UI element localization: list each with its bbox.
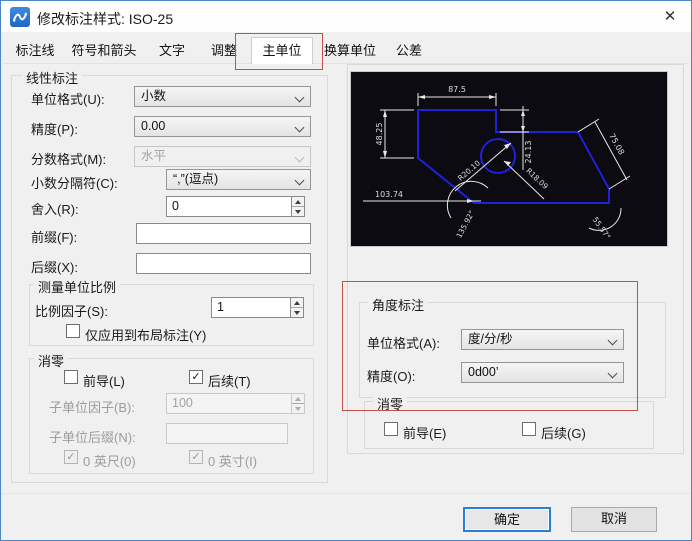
zero-suppression-left-title: 消零: [34, 351, 69, 370]
dimension-style-dialog: 修改标注样式: ISO-25 ✕ 标注线 符号和箭头 文字 调整 主单位 换算单…: [0, 0, 692, 541]
decimal-separator-value: “,”(逗点): [173, 172, 219, 186]
chevron-down-icon: [607, 335, 618, 346]
angular-trailing-zero-checkbox[interactable]: [522, 422, 536, 436]
arrow-down-icon: [295, 406, 301, 411]
preview-angle-left: 135.92°: [454, 209, 476, 240]
angular-precision-select[interactable]: 0d00’: [461, 362, 624, 383]
decimal-separator-label: 小数分隔符(C):: [31, 176, 118, 191]
arrow-up-icon: [295, 199, 301, 204]
round-off-spin-buttons: [291, 196, 305, 217]
angular-trailing-zero-label[interactable]: 后续(G): [541, 423, 586, 442]
preview-dim-bottom: 103.74: [375, 190, 403, 199]
zero-inches-checkbox: ✓: [189, 450, 203, 464]
arrow-up-icon: [294, 300, 300, 305]
chevron-down-icon: [294, 175, 305, 186]
spin-up-button[interactable]: [291, 298, 303, 308]
tab-symbols-arrows[interactable]: 符号和箭头: [63, 39, 145, 63]
app-icon: [10, 7, 30, 27]
zero-feet-checkbox: ✓: [64, 450, 78, 464]
zero-feet-label: 0 英尺(0): [83, 454, 136, 469]
arrow-up-icon: [295, 396, 301, 401]
layout-only-checkbox-label[interactable]: 仅应用到布局标注(Y): [85, 325, 206, 344]
tab-alternate-units[interactable]: 换算单位: [315, 39, 385, 63]
chevron-down-icon: [294, 152, 305, 163]
chevron-down-icon: [294, 92, 305, 103]
tab-primary-units[interactable]: 主单位: [251, 37, 313, 64]
linear-dimension-group-title: 线性标注: [22, 68, 83, 87]
fraction-format-label: 分数格式(M):: [31, 152, 107, 167]
angular-leading-zero-label[interactable]: 前导(E): [403, 423, 446, 442]
preview-dim-step: 24.13: [524, 141, 533, 164]
tab-text[interactable]: 文字: [147, 39, 197, 63]
scale-factor-label: 比例因子(S):: [35, 304, 108, 319]
unit-format-label: 单位格式(U):: [31, 92, 105, 107]
decimal-separator-select[interactable]: “,”(逗点): [166, 169, 311, 190]
zero-inches-label: 0 英寸(I): [208, 454, 258, 469]
sub-unit-suffix-field: [166, 423, 288, 444]
suffix-field[interactable]: [136, 253, 311, 274]
spin-up-button: [292, 394, 304, 404]
arrow-down-icon: [295, 209, 301, 214]
tab-dimension-lines[interactable]: 标注线: [9, 39, 61, 63]
suffix-label: 后缀(X):: [31, 260, 78, 275]
spin-down-button[interactable]: [292, 207, 304, 216]
precision-select[interactable]: 0.00: [134, 116, 311, 137]
fraction-format-select: 水平: [134, 146, 311, 167]
fraction-format-value: 水平: [141, 149, 167, 163]
sub-unit-suffix-label: 子单位后缀(N):: [49, 430, 136, 445]
preview-shape: [417, 109, 610, 204]
prefix-field[interactable]: [136, 223, 311, 244]
close-icon[interactable]: ✕: [657, 6, 683, 28]
angular-leading-zero-checkbox[interactable]: [384, 422, 398, 436]
spin-down-button: [292, 404, 304, 413]
unit-format-value: 小数: [141, 89, 167, 103]
preview-radius-right: R18.09: [524, 166, 550, 191]
measurement-scale-group-title: 测量单位比例: [34, 277, 121, 296]
prefix-label: 前缀(F):: [31, 230, 78, 245]
chevron-down-icon: [294, 122, 305, 133]
preview-dim-left: 48.25: [375, 123, 384, 146]
tab-fit[interactable]: 调整: [199, 39, 249, 63]
angular-unit-format-value: 度/分/秒: [468, 332, 513, 346]
scale-factor-value[interactable]: 1: [211, 297, 290, 318]
leading-zero-label[interactable]: 前导(L): [83, 371, 125, 390]
sub-unit-factor-label: 子单位因子(B):: [49, 400, 135, 415]
unit-format-select[interactable]: 小数: [134, 86, 311, 107]
layout-only-checkbox[interactable]: [66, 324, 80, 338]
leading-zero-checkbox[interactable]: [64, 370, 78, 384]
trailing-zero-checkbox[interactable]: ✓: [189, 370, 203, 384]
sub-unit-factor-spin-buttons: [291, 393, 305, 414]
scale-factor-spin-buttons: [290, 297, 304, 318]
preview-dim-aligned: 75.08: [607, 132, 626, 156]
angular-precision-label: 精度(O):: [367, 369, 416, 384]
title-bar: 修改标注样式: ISO-25 ✕: [1, 1, 691, 32]
angular-unit-format-select[interactable]: 度/分/秒: [461, 329, 624, 350]
sub-unit-factor-stepper: 100: [166, 393, 305, 414]
dialog-title: 修改标注样式: ISO-25: [37, 11, 174, 27]
angular-dimension-group-title: 角度标注: [368, 295, 429, 314]
spin-up-button[interactable]: [292, 197, 304, 207]
arrow-down-icon: [294, 310, 300, 315]
precision-value: 0.00: [141, 119, 166, 133]
sub-unit-factor-value: 100: [166, 393, 291, 414]
round-off-value[interactable]: 0: [166, 196, 291, 217]
preview-dim-top: 87.5: [448, 85, 466, 94]
dimension-preview: 87.5 48.25 24.13 75.08 103.74 R20.10 R18…: [350, 71, 668, 247]
round-off-stepper[interactable]: 0: [166, 196, 305, 217]
cancel-button[interactable]: 取消: [571, 507, 657, 532]
precision-label: 精度(P):: [31, 122, 78, 137]
spin-down-button[interactable]: [291, 308, 303, 317]
round-off-label: 舍入(R):: [31, 202, 79, 217]
ok-button[interactable]: 确定: [463, 507, 551, 532]
tab-tolerances[interactable]: 公差: [387, 39, 431, 63]
angular-precision-value: 0d00’: [468, 365, 499, 379]
angular-unit-format-label: 单位格式(A):: [367, 336, 440, 351]
zero-suppression-right-title: 消零: [373, 394, 408, 413]
chevron-down-icon: [607, 368, 618, 379]
footer-divider: [1, 493, 691, 494]
trailing-zero-label[interactable]: 后续(T): [208, 371, 251, 390]
scale-factor-stepper[interactable]: 1: [211, 297, 304, 318]
